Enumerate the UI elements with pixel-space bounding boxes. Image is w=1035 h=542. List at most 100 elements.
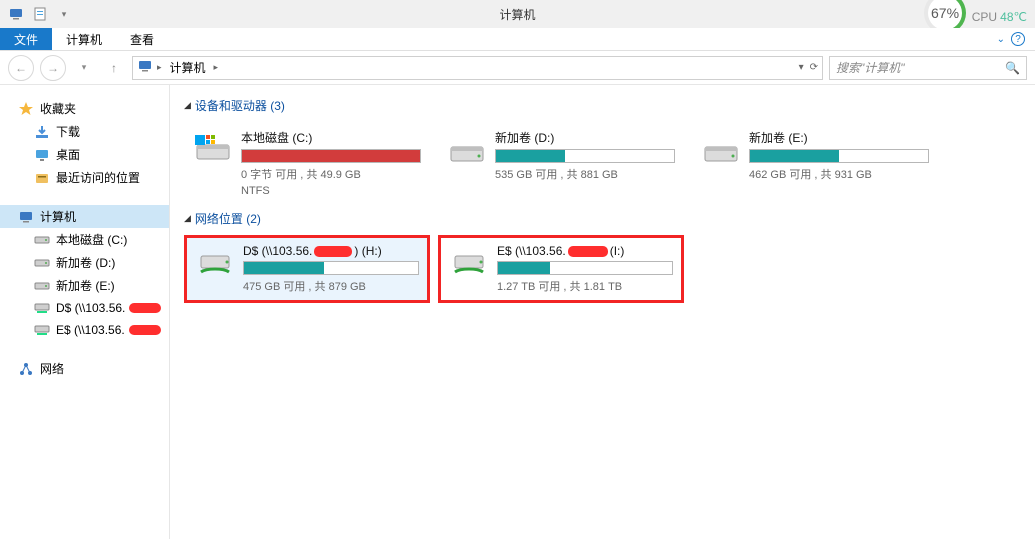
redacted-text [568,246,608,257]
usage-bar [497,261,673,275]
sidebar-item-recent[interactable]: 最近访问的位置 [0,166,169,189]
drive-d[interactable]: 新加卷 (D:) 535 GB 可用 , 共 881 GB [438,122,684,204]
sidebar-item-label: 收藏夹 [40,100,76,117]
computer-icon [137,58,153,77]
drive-name: 新加卷 (E:) [749,129,929,146]
usage-bar [243,261,419,275]
drive-icon [34,278,50,294]
ribbon-help[interactable]: ⌄ ? [997,28,1035,50]
collapse-icon: ◢ [184,213,191,224]
drive-stat: 0 字节 可用 , 共 49.9 GB [241,166,421,182]
nav-up-button[interactable]: ↑ [102,56,126,80]
dropdown-icon[interactable]: ▾ [799,62,804,73]
netdrive-i[interactable]: E$ (\\103.56. (I:) 1.27 TB 可用 , 共 1.81 T… [438,235,684,303]
drive-icon [34,232,50,248]
redacted-text [129,303,161,313]
drive-info: 本地磁盘 (C:) 0 字节 可用 , 共 49.9 GB NTFS [241,129,421,197]
sidebar-drive-e[interactable]: 新加卷 (E:) [0,274,169,297]
local-drive-icon [193,129,233,169]
explorer-body: 收藏夹 下载 桌面 最近访问的位置 计算机 本地磁盘 (C:) [0,85,1035,539]
download-icon [34,124,50,140]
sidebar-item-label: E$ (\\103.56. [56,323,125,337]
content-pane: ◢ 设备和驱动器 (3) 本地磁盘 (C:) 0 字节 可用 , 共 49.9 … [170,85,1035,539]
desktop-icon [34,147,50,163]
drive-stat: 1.27 TB 可用 , 共 1.81 TB [497,278,673,294]
computer-icon[interactable] [8,6,24,22]
drive-row-devices: 本地磁盘 (C:) 0 字节 可用 , 共 49.9 GB NTFS 新加卷 (… [176,122,1029,204]
nav-history-dropdown[interactable]: ▾ [72,56,96,80]
sidebar-item-label: 最近访问的位置 [56,169,140,186]
title-bar: ▾ 计算机 67% CPU 48℃ [0,0,1035,28]
sidebar-netdrive-d[interactable]: D$ (\\103.56. [0,297,169,319]
drive-stat: 462 GB 可用 , 共 931 GB [749,166,929,182]
network-drive-icon [34,322,50,338]
sidebar-item-label: 新加卷 (D:) [56,254,115,271]
sidebar-item-label: 新加卷 (E:) [56,277,115,294]
sidebar-netdrive-e[interactable]: E$ (\\103.56. [0,319,169,341]
network-group: 网络 [0,357,169,380]
document-icon[interactable] [32,6,48,22]
drive-name: 新加卷 (D:) [495,129,675,146]
netdrive-h[interactable]: D$ (\\103.56.) (H:) 475 GB 可用 , 共 879 GB [184,235,430,303]
nav-back-button[interactable]: ← [8,55,34,81]
search-input[interactable] [836,61,1005,75]
network-drive-icon [195,244,235,284]
sidebar-drive-c[interactable]: 本地磁盘 (C:) [0,228,169,251]
network-icon [18,361,34,377]
refresh-icon[interactable]: ⟳ [810,62,818,73]
sidebar-item-label: 本地磁盘 (C:) [56,231,127,248]
chevron-right-icon: ▸ [214,62,219,73]
sidebar-item-label: 桌面 [56,146,80,163]
help-icon[interactable]: ? [1011,32,1025,46]
local-drive-icon [701,129,741,169]
drive-e[interactable]: 新加卷 (E:) 462 GB 可用 , 共 931 GB [692,122,938,204]
drive-info: E$ (\\103.56. (I:) 1.27 TB 可用 , 共 1.81 T… [497,244,673,294]
window-title: 计算机 [499,6,535,23]
drive-info: 新加卷 (D:) 535 GB 可用 , 共 881 GB [495,129,675,197]
drive-fs: NTFS [241,185,421,197]
tab-file[interactable]: 文件 [0,28,52,50]
search-icon[interactable]: 🔍 [1005,61,1020,75]
breadcrumb-root[interactable]: 计算机 [166,57,210,78]
nav-sidebar: 收藏夹 下载 桌面 最近访问的位置 计算机 本地磁盘 (C:) [0,85,170,539]
local-drive-icon [447,129,487,169]
recent-icon [34,170,50,186]
cpu-temp-label: CPU 48℃ [972,10,1027,24]
drive-name: D$ (\\103.56.) (H:) [243,244,419,258]
drive-name: 本地磁盘 (C:) [241,129,421,146]
computer-group: 计算机 本地磁盘 (C:) 新加卷 (D:) 新加卷 (E:) D$ (\\10… [0,205,169,341]
drive-c[interactable]: 本地磁盘 (C:) 0 字节 可用 , 共 49.9 GB NTFS [184,122,430,204]
usage-bar [241,149,421,163]
search-box[interactable]: 🔍 [829,56,1027,80]
section-network[interactable]: ◢ 网络位置 (2) [184,210,1029,227]
redacted-text [314,246,352,257]
section-title: 设备和驱动器 (3) [195,97,285,114]
drive-stat: 535 GB 可用 , 共 881 GB [495,166,675,182]
star-icon [18,101,34,117]
nav-bar: ← → ▾ ↑ ▸ 计算机 ▸ ▾ ⟳ 🔍 [0,51,1035,85]
tab-computer[interactable]: 计算机 [52,28,116,50]
sidebar-network[interactable]: 网络 [0,357,169,380]
sidebar-favorites[interactable]: 收藏夹 [0,97,169,120]
drive-name: E$ (\\103.56. (I:) [497,244,673,258]
sidebar-item-desktop[interactable]: 桌面 [0,143,169,166]
drive-row-network: D$ (\\103.56.) (H:) 475 GB 可用 , 共 879 GB… [176,235,1029,303]
ribbon-tabs: 文件 计算机 查看 ⌄ ? [0,28,1035,51]
sidebar-item-downloads[interactable]: 下载 [0,120,169,143]
sidebar-item-label: 下载 [56,123,80,140]
chevron-down-icon: ⌄ [997,34,1005,45]
section-devices[interactable]: ◢ 设备和驱动器 (3) [184,97,1029,114]
sidebar-drive-d[interactable]: 新加卷 (D:) [0,251,169,274]
computer-icon [18,209,34,225]
redacted-text [129,325,161,335]
sidebar-computer[interactable]: 计算机 [0,205,169,228]
sidebar-item-label: 网络 [40,360,64,377]
collapse-icon: ◢ [184,100,191,111]
chevron-right-icon: ▸ [157,62,162,73]
dropdown-icon[interactable]: ▾ [56,6,72,22]
tab-view[interactable]: 查看 [116,28,168,50]
usage-bar [749,149,929,163]
address-bar[interactable]: ▸ 计算机 ▸ ▾ ⟳ [132,56,823,80]
drive-info: 新加卷 (E:) 462 GB 可用 , 共 931 GB [749,129,929,197]
nav-forward-button[interactable]: → [40,55,66,81]
